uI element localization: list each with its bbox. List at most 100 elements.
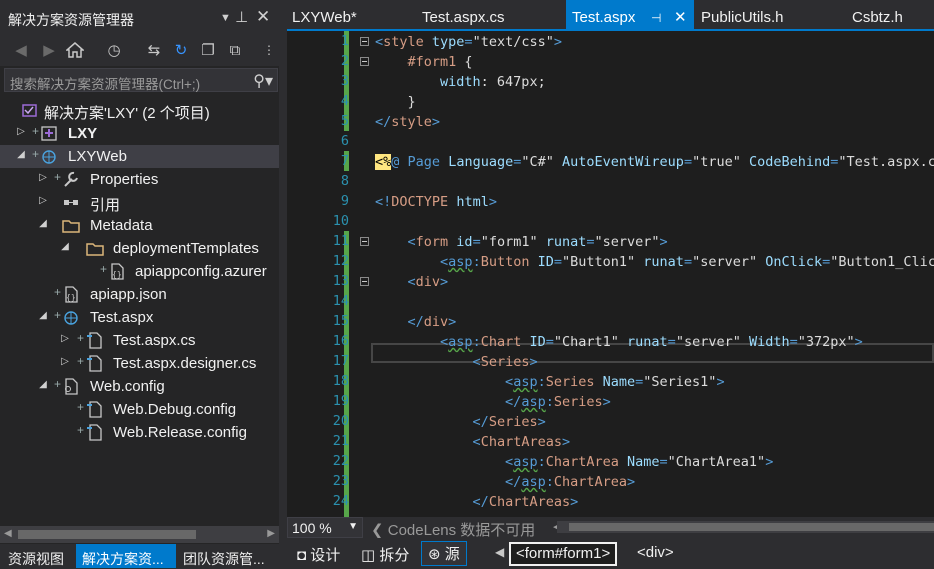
- tree-item-test-aspx-designer-cs[interactable]: ▷ + Test.aspx.designer.cs: [0, 352, 279, 375]
- code-token: runat: [627, 334, 668, 350]
- history-icon[interactable]: ◷: [103, 39, 125, 61]
- code-line[interactable]: 20 </Series>: [287, 413, 934, 433]
- code-line[interactable]: 18 <asp:Series Name="Series1">: [287, 373, 934, 393]
- tree-item-web-debug-config[interactable]: + Web.Debug.config: [0, 398, 279, 421]
- tree-item-web-config[interactable]: ◢ + Web.config: [0, 375, 279, 398]
- code-line[interactable]: 1 <style type="text/css">: [287, 33, 934, 53]
- code-line[interactable]: 3 width: 647px;: [287, 73, 934, 93]
- home-icon[interactable]: [64, 39, 86, 61]
- code-line[interactable]: 12 <asp:Button ID="Button1" runat="serve…: [287, 253, 934, 273]
- tree-item-test-aspx-cs[interactable]: ▷ + Test.aspx.cs: [0, 329, 279, 352]
- tree-item-solution[interactable]: 解决方案'LXY' (2 个项目): [0, 99, 279, 122]
- code-token: "Chart1": [553, 334, 628, 350]
- close-icon[interactable]: ✕: [256, 7, 270, 27]
- search-icon[interactable]: ⚲▾: [253, 71, 273, 91]
- back-icon[interactable]: ◀: [10, 39, 32, 61]
- code-text: </asp:ChartArea>: [375, 474, 635, 490]
- code-line[interactable]: 15 </div>: [287, 313, 934, 333]
- tab-test-aspx[interactable]: Test.aspx ⊣ ✕: [566, 0, 694, 30]
- code-token: :: [537, 374, 546, 390]
- tree-item-lxy[interactable]: ▷ + LXY: [0, 122, 279, 145]
- code-line[interactable]: 7 <%@ Page Language="C#" AutoEventWireup=…: [287, 153, 934, 173]
- tab-csbtz-h[interactable]: Csbtz.h: [852, 0, 903, 30]
- code-line[interactable]: 17 <Series>: [287, 353, 934, 373]
- breadcrumb-div[interactable]: <div>: [632, 542, 679, 564]
- code-line[interactable]: 5 </style>: [287, 113, 934, 133]
- tree-item-label: LXYWeb: [68, 148, 127, 165]
- tree-item-metadata[interactable]: ◢ Metadata: [0, 214, 279, 237]
- scrollbar-thumb[interactable]: [569, 523, 934, 531]
- code-token: =: [553, 254, 563, 270]
- tree-item-lxyweb[interactable]: ◢ + LXYWeb: [0, 145, 279, 168]
- tree-item-apiappconfig[interactable]: + {} apiappconfig.azurer: [0, 260, 279, 283]
- collapse-arrow-icon[interactable]: ◢: [38, 310, 48, 321]
- expand-arrow-icon[interactable]: ▷: [16, 126, 26, 137]
- solution-search-box[interactable]: 搜索解决方案资源管理器(Ctrl+;) ⚲▾: [4, 68, 278, 92]
- scrollbar-thumb[interactable]: [18, 530, 196, 539]
- tree-item-apiapp-json[interactable]: + {} apiapp.json: [0, 283, 279, 306]
- design-view-button[interactable]: ◘ 设计: [297, 544, 340, 565]
- code-line[interactable]: 6: [287, 133, 934, 153]
- code-line[interactable]: 23 </asp:ChartArea>: [287, 473, 934, 493]
- expand-arrow-icon[interactable]: ▷: [38, 172, 48, 183]
- tree-item-test-aspx[interactable]: ◢ + Test.aspx: [0, 306, 279, 329]
- code-line[interactable]: 21 <ChartAreas>: [287, 433, 934, 453]
- code-line[interactable]: 24 </ChartAreas>: [287, 493, 934, 513]
- fold-toggle-icon[interactable]: [360, 57, 369, 66]
- panel-menu-icon[interactable]: ▼: [220, 12, 231, 24]
- tree-horizontal-scrollbar[interactable]: ◀ ▶: [0, 526, 279, 543]
- chevron-down-icon[interactable]: ▼: [348, 521, 358, 532]
- show-all-files-icon[interactable]: ⧉: [224, 39, 246, 61]
- tab-team-explorer[interactable]: 团队资源管...: [183, 549, 265, 569]
- tab-resource-view[interactable]: 资源视图: [8, 549, 64, 569]
- code-line[interactable]: 22 <asp:ChartArea Name="ChartArea1">: [287, 453, 934, 473]
- search-input[interactable]: 搜索解决方案资源管理器(Ctrl+;): [10, 73, 200, 93]
- code-line[interactable]: 11 <form id="form1" runat="server">: [287, 233, 934, 253]
- breadcrumb-form[interactable]: <form#form1>: [509, 542, 618, 566]
- refresh-icon[interactable]: ↻: [170, 39, 192, 61]
- overflow-icon[interactable]: ⋮: [258, 39, 280, 61]
- split-view-button[interactable]: ◫ 拆分: [361, 544, 409, 565]
- code-line[interactable]: 13 <div>: [287, 273, 934, 293]
- code-line[interactable]: 14: [287, 293, 934, 313]
- code-line[interactable]: 10: [287, 213, 934, 233]
- forward-icon[interactable]: ▶: [38, 39, 60, 61]
- tree-item-web-release-config[interactable]: + Web.Release.config: [0, 421, 279, 444]
- scroll-right-icon[interactable]: ▶: [267, 528, 275, 539]
- tab-lxyweb[interactable]: LXYWeb*: [292, 0, 357, 30]
- editor-horizontal-scrollbar[interactable]: [557, 521, 934, 533]
- collapse-arrow-icon[interactable]: ◢: [60, 241, 70, 252]
- fold-toggle-icon[interactable]: [360, 37, 369, 46]
- source-view-button[interactable]: ⊛ 源: [421, 541, 467, 566]
- tree-item-deployment-templates[interactable]: ◢ deploymentTemplates: [0, 237, 279, 260]
- code-area[interactable]: 1 <style type="text/css"> 2 #form1 {3 widt…: [287, 31, 934, 517]
- tab-test-aspx-cs[interactable]: Test.aspx.cs: [422, 0, 505, 30]
- code-line[interactable]: 8: [287, 173, 934, 193]
- code-token: Language: [448, 154, 514, 170]
- fold-toggle-icon[interactable]: [360, 237, 369, 246]
- tree-item-references[interactable]: ▷ 引用: [0, 191, 279, 214]
- code-line[interactable]: 19 </asp:Series>: [287, 393, 934, 413]
- code-text: <form id="form1" runat="server">: [375, 234, 668, 250]
- collapse-arrow-icon[interactable]: ◢: [38, 379, 48, 390]
- code-line[interactable]: 16 <asp:Chart ID="Chart1" runat="server"…: [287, 333, 934, 353]
- tab-solution-explorer[interactable]: 解决方案资...: [82, 549, 164, 569]
- collapse-arrow-icon[interactable]: ◢: [38, 218, 48, 229]
- fold-toggle-icon[interactable]: [360, 277, 369, 286]
- sync-icon[interactable]: ⇆: [143, 39, 165, 61]
- pin-icon[interactable]: ⊥: [235, 8, 248, 26]
- tree-item-properties[interactable]: ▷ + Properties: [0, 168, 279, 191]
- breadcrumb-left-icon[interactable]: ◀: [495, 545, 504, 559]
- tab-publicutils-h[interactable]: PublicUtils.h: [701, 0, 784, 30]
- collapse-arrow-icon[interactable]: ◢: [16, 149, 26, 160]
- expand-arrow-icon[interactable]: ▷: [38, 195, 48, 206]
- zoom-dropdown[interactable]: 100 % ▼: [287, 517, 363, 538]
- expand-arrow-icon[interactable]: ▷: [60, 333, 70, 344]
- code-line[interactable]: 9 <!DOCTYPE html>: [287, 193, 934, 213]
- code-line[interactable]: 4 }: [287, 93, 934, 113]
- code-line[interactable]: 2 #form1 {: [287, 53, 934, 73]
- collapse-all-icon[interactable]: ❐: [197, 39, 219, 61]
- scroll-left-icon[interactable]: ◀: [4, 528, 12, 539]
- expand-arrow-icon[interactable]: ▷: [60, 356, 70, 367]
